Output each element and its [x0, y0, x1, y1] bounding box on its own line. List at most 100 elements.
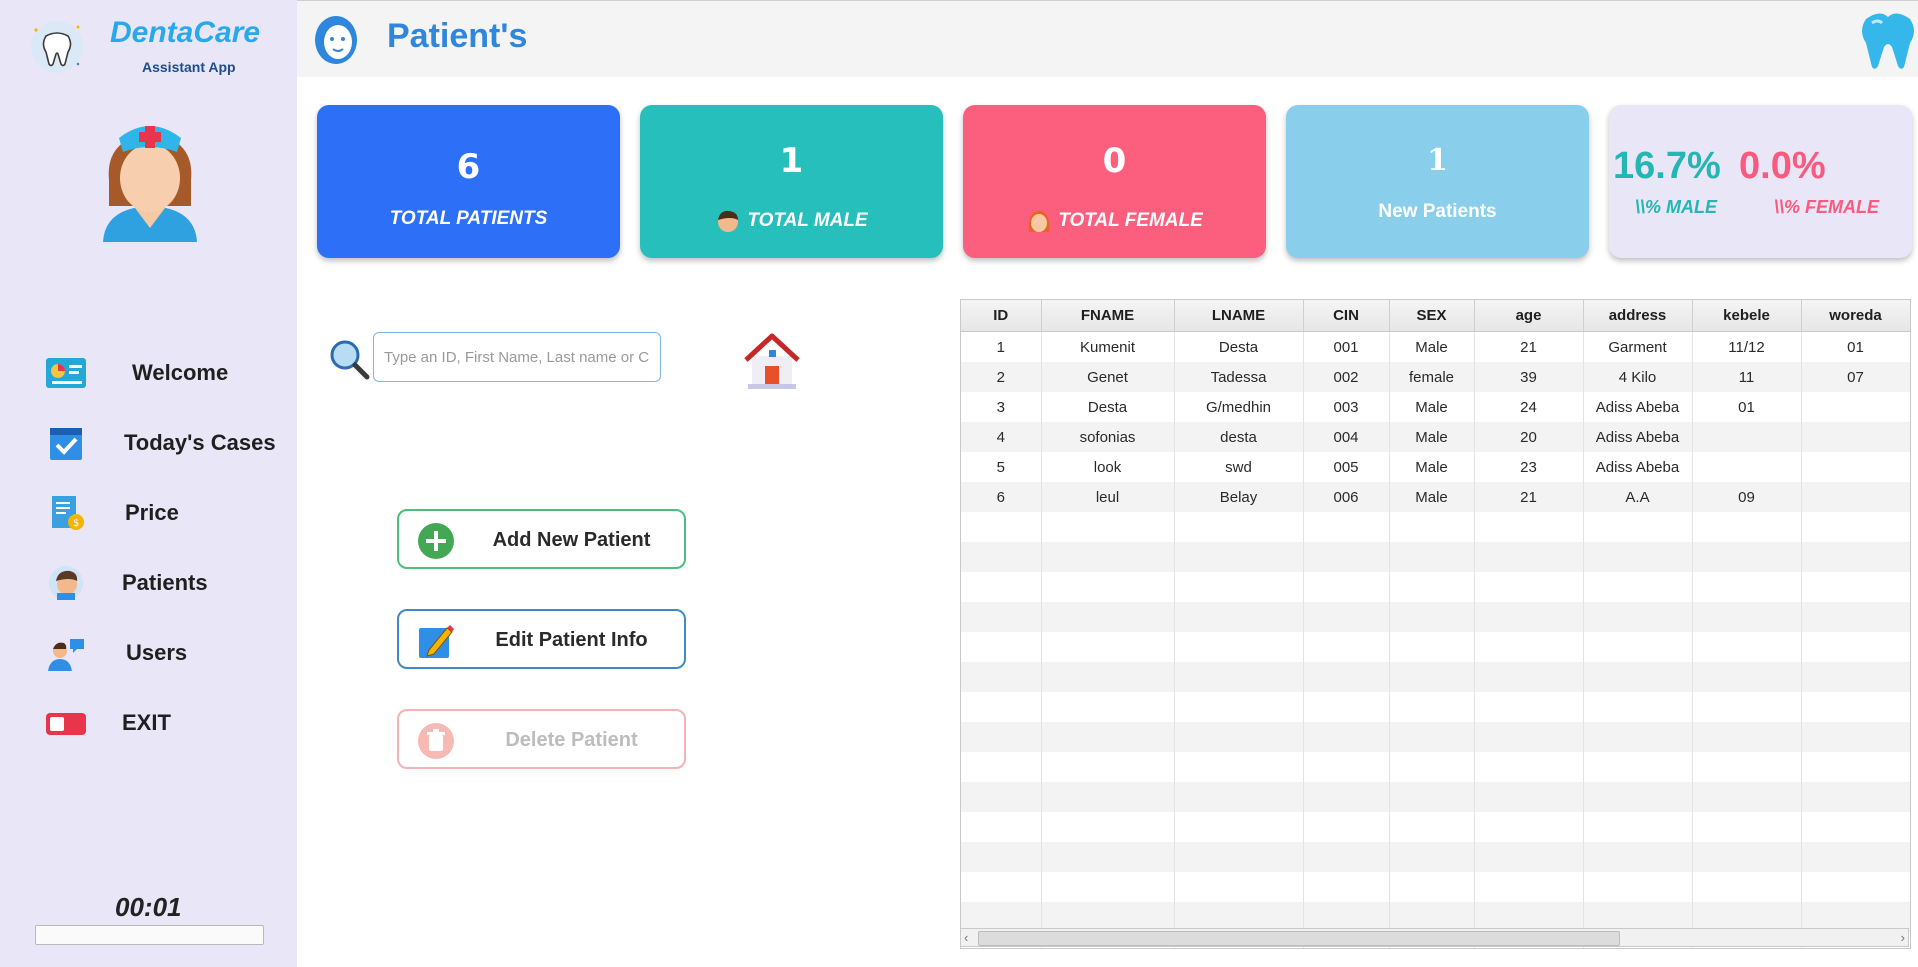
- table-cell[interactable]: 6: [961, 482, 1042, 512]
- table-row[interactable]: 6 leul Belay 006 Male 21 A.A 09: [961, 482, 1910, 512]
- empty-cell: [961, 782, 1042, 812]
- table-cell[interactable]: 39: [1474, 362, 1584, 392]
- nav-patients-label: Patients: [122, 570, 208, 595]
- table-cell[interactable]: 11: [1692, 362, 1802, 392]
- nav-price[interactable]: $ Price: [30, 487, 280, 537]
- nav-exit[interactable]: EXIT: [30, 697, 280, 747]
- nav-welcome[interactable]: Welcome: [30, 347, 280, 397]
- table-row[interactable]: 4 sofonias desta 004 Male 20 Adiss Abeba: [961, 422, 1910, 452]
- patient-avatar-icon: [49, 566, 83, 600]
- table-cell[interactable]: Male: [1389, 452, 1475, 482]
- table-row[interactable]: 1 Kumenit Desta 001 Male 21 Garment 11/12 01: [961, 331, 1910, 362]
- table-cell[interactable]: 21: [1474, 331, 1584, 362]
- table-cell[interactable]: Desta: [1041, 392, 1175, 422]
- horizontal-scrollbar[interactable]: ‹ ›: [960, 928, 1909, 947]
- nav-users[interactable]: Users: [30, 627, 280, 677]
- scrollbar-thumb[interactable]: [978, 931, 1620, 946]
- table-cell[interactable]: 09: [1692, 482, 1802, 512]
- table-cell[interactable]: Genet: [1041, 362, 1175, 392]
- table-cell[interactable]: [1801, 482, 1910, 512]
- home-icon[interactable]: [742, 328, 802, 390]
- table-cell[interactable]: sofonias: [1041, 422, 1175, 452]
- table-cell[interactable]: Tadessa: [1174, 362, 1304, 392]
- table-cell[interactable]: 004: [1303, 422, 1390, 452]
- column-header[interactable]: address: [1583, 300, 1693, 332]
- delete-patient-button[interactable]: Delete Patient: [397, 709, 686, 769]
- table-cell[interactable]: female: [1389, 362, 1475, 392]
- nav-patients[interactable]: Patients: [30, 557, 280, 607]
- table-cell[interactable]: 006: [1303, 482, 1390, 512]
- table-cell[interactable]: Belay: [1174, 482, 1304, 512]
- table-cell[interactable]: 4 Kilo: [1583, 362, 1693, 392]
- empty-cell: [1303, 842, 1390, 872]
- search-icon[interactable]: [328, 338, 370, 380]
- column-header[interactable]: ID: [961, 300, 1042, 332]
- table-cell[interactable]: 11/12: [1692, 331, 1802, 362]
- table-cell[interactable]: 5: [961, 452, 1042, 482]
- table-cell[interactable]: Garment: [1583, 331, 1693, 362]
- table-cell[interactable]: 4: [961, 422, 1042, 452]
- table-cell[interactable]: Male: [1389, 392, 1475, 422]
- table-cell[interactable]: Adiss Abeba: [1583, 452, 1693, 482]
- table-cell[interactable]: 01: [1801, 331, 1910, 362]
- table-cell[interactable]: look: [1041, 452, 1175, 482]
- table-cell[interactable]: 2: [961, 362, 1042, 392]
- column-header[interactable]: LNAME: [1174, 300, 1304, 332]
- table-cell[interactable]: 001: [1303, 331, 1390, 362]
- table-cell[interactable]: [1801, 452, 1910, 482]
- nav-todays-cases[interactable]: Today's Cases: [30, 417, 280, 467]
- table-cell[interactable]: 002: [1303, 362, 1390, 392]
- empty-cell: [1474, 512, 1584, 542]
- empty-cell: [1474, 722, 1584, 752]
- table-cell[interactable]: [1692, 422, 1802, 452]
- column-header[interactable]: age: [1474, 300, 1584, 332]
- table-cell[interactable]: 003: [1303, 392, 1390, 422]
- scroll-left-icon[interactable]: ‹: [964, 930, 968, 945]
- table-cell[interactable]: [1801, 392, 1910, 422]
- table-cell[interactable]: 20: [1474, 422, 1584, 452]
- table-cell[interactable]: 07: [1801, 362, 1910, 392]
- table-cell[interactable]: Male: [1389, 422, 1475, 452]
- table-cell[interactable]: [1692, 452, 1802, 482]
- table-cell[interactable]: 005: [1303, 452, 1390, 482]
- empty-table-row: [961, 692, 1910, 722]
- table-cell[interactable]: desta: [1174, 422, 1304, 452]
- column-header[interactable]: woreda: [1801, 300, 1910, 332]
- table-cell[interactable]: leul: [1041, 482, 1175, 512]
- edit-patient-button[interactable]: Edit Patient Info: [397, 609, 686, 669]
- table-cell[interactable]: [1801, 422, 1910, 452]
- column-header[interactable]: CIN: [1303, 300, 1390, 332]
- table-cell[interactable]: Male: [1389, 331, 1475, 362]
- brand-name: DentaCare: [110, 16, 261, 49]
- table-cell[interactable]: 3: [961, 392, 1042, 422]
- brand: DentaCare Assistant App: [0, 0, 297, 80]
- empty-cell: [961, 542, 1042, 572]
- table-cell[interactable]: Adiss Abeba: [1583, 392, 1693, 422]
- table-cell[interactable]: Male: [1389, 482, 1475, 512]
- add-patient-button[interactable]: Add New Patient: [397, 509, 686, 569]
- table-cell[interactable]: Desta: [1174, 331, 1304, 362]
- table-row[interactable]: 3 Desta G/medhin 003 Male 24 Adiss Abeba 01: [961, 392, 1910, 422]
- column-header[interactable]: kebele: [1692, 300, 1802, 332]
- table-cell[interactable]: G/medhin: [1174, 392, 1304, 422]
- scroll-right-icon[interactable]: ›: [1901, 930, 1905, 945]
- nav-todays-cases-label: Today's Cases: [124, 430, 276, 455]
- empty-cell: [961, 812, 1042, 842]
- patients-table[interactable]: ID FNAME LNAME CIN SEX age address kebel…: [960, 299, 1911, 949]
- search-input[interactable]: [373, 332, 661, 382]
- table-cell[interactable]: 01: [1692, 392, 1802, 422]
- table-cell[interactable]: Adiss Abeba: [1583, 422, 1693, 452]
- empty-cell: [1801, 512, 1910, 542]
- table-row[interactable]: 5 look swd 005 Male 23 Adiss Abeba: [961, 452, 1910, 482]
- table-cell[interactable]: Kumenit: [1041, 331, 1175, 362]
- table-cell[interactable]: 21: [1474, 482, 1584, 512]
- table-cell[interactable]: swd: [1174, 452, 1304, 482]
- table-cell[interactable]: A.A: [1583, 482, 1693, 512]
- column-header[interactable]: FNAME: [1041, 300, 1175, 332]
- table-cell[interactable]: 24: [1474, 392, 1584, 422]
- add-patient-label: Add New Patient: [492, 529, 651, 551]
- column-header[interactable]: SEX: [1389, 300, 1475, 332]
- table-cell[interactable]: 1: [961, 331, 1042, 362]
- table-cell[interactable]: 23: [1474, 452, 1584, 482]
- table-row[interactable]: 2 Genet Tadessa 002 female 39 4 Kilo 11 07: [961, 362, 1910, 392]
